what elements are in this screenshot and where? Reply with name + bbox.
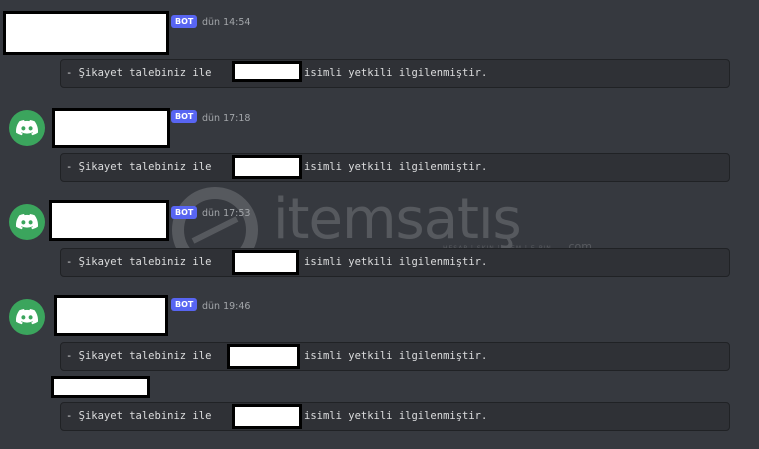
message-timestamp: dün 17:18	[202, 113, 251, 124]
message-text-suffix: isimli yetkili ilgilenmiştir.	[304, 67, 488, 79]
redacted-username[interactable]	[51, 376, 150, 398]
message-text-prefix: - Şikayet talebiniz ile	[66, 350, 212, 362]
message-timestamp: dün 19:46	[202, 301, 251, 312]
message-timestamp: dün 14:54	[202, 17, 251, 28]
code-block: - Şikayet talebiniz ile isimli yetkili i…	[60, 402, 730, 431]
watermark-brand: itemsatış	[273, 187, 522, 252]
discord-logo-icon	[16, 309, 38, 325]
message-text-prefix: - Şikayet talebiniz ile	[66, 67, 212, 79]
redacted-name	[227, 344, 300, 369]
redacted-name	[232, 404, 302, 429]
redacted-name	[232, 61, 302, 82]
avatar[interactable]	[9, 299, 45, 335]
redacted-username[interactable]	[49, 200, 169, 241]
redacted-username[interactable]	[3, 11, 169, 55]
avatar[interactable]	[9, 110, 45, 146]
message-timestamp: dün 17:53	[202, 208, 251, 219]
message-text-prefix: - Şikayet talebiniz ile	[66, 161, 212, 173]
bot-tag: BOT	[171, 298, 198, 311]
discord-logo-icon	[16, 214, 38, 230]
code-block: - Şikayet talebiniz ile isimli yetkili i…	[60, 248, 730, 277]
bot-tag: BOT	[171, 110, 198, 123]
message-text-suffix: isimli yetkili ilgilenmiştir.	[304, 161, 488, 173]
message-text-suffix: isimli yetkili ilgilenmiştir.	[304, 410, 488, 422]
avatar[interactable]	[9, 204, 45, 240]
redacted-username[interactable]	[54, 295, 168, 336]
code-block: - Şikayet talebiniz ile isimli yetkili i…	[60, 342, 730, 371]
discord-logo-icon	[16, 120, 38, 136]
code-block: - Şikayet talebiniz ile isimli yetkili i…	[60, 153, 730, 182]
redacted-name	[232, 250, 299, 275]
message-text-suffix: isimli yetkili ilgilenmiştir.	[304, 256, 488, 268]
redacted-name	[232, 155, 302, 179]
message-text-suffix: isimli yetkili ilgilenmiştir.	[304, 350, 488, 362]
chat-window: BOT dün 14:54 - Şikayet talebiniz ile is…	[0, 0, 759, 449]
bot-tag: BOT	[171, 206, 198, 219]
bot-tag: BOT	[171, 15, 198, 28]
code-block: - Şikayet talebiniz ile isimli yetkili i…	[60, 59, 730, 88]
message-text-prefix: - Şikayet talebiniz ile	[66, 256, 212, 268]
message-text-prefix: - Şikayet talebiniz ile	[66, 410, 212, 422]
redacted-username[interactable]	[52, 108, 170, 148]
